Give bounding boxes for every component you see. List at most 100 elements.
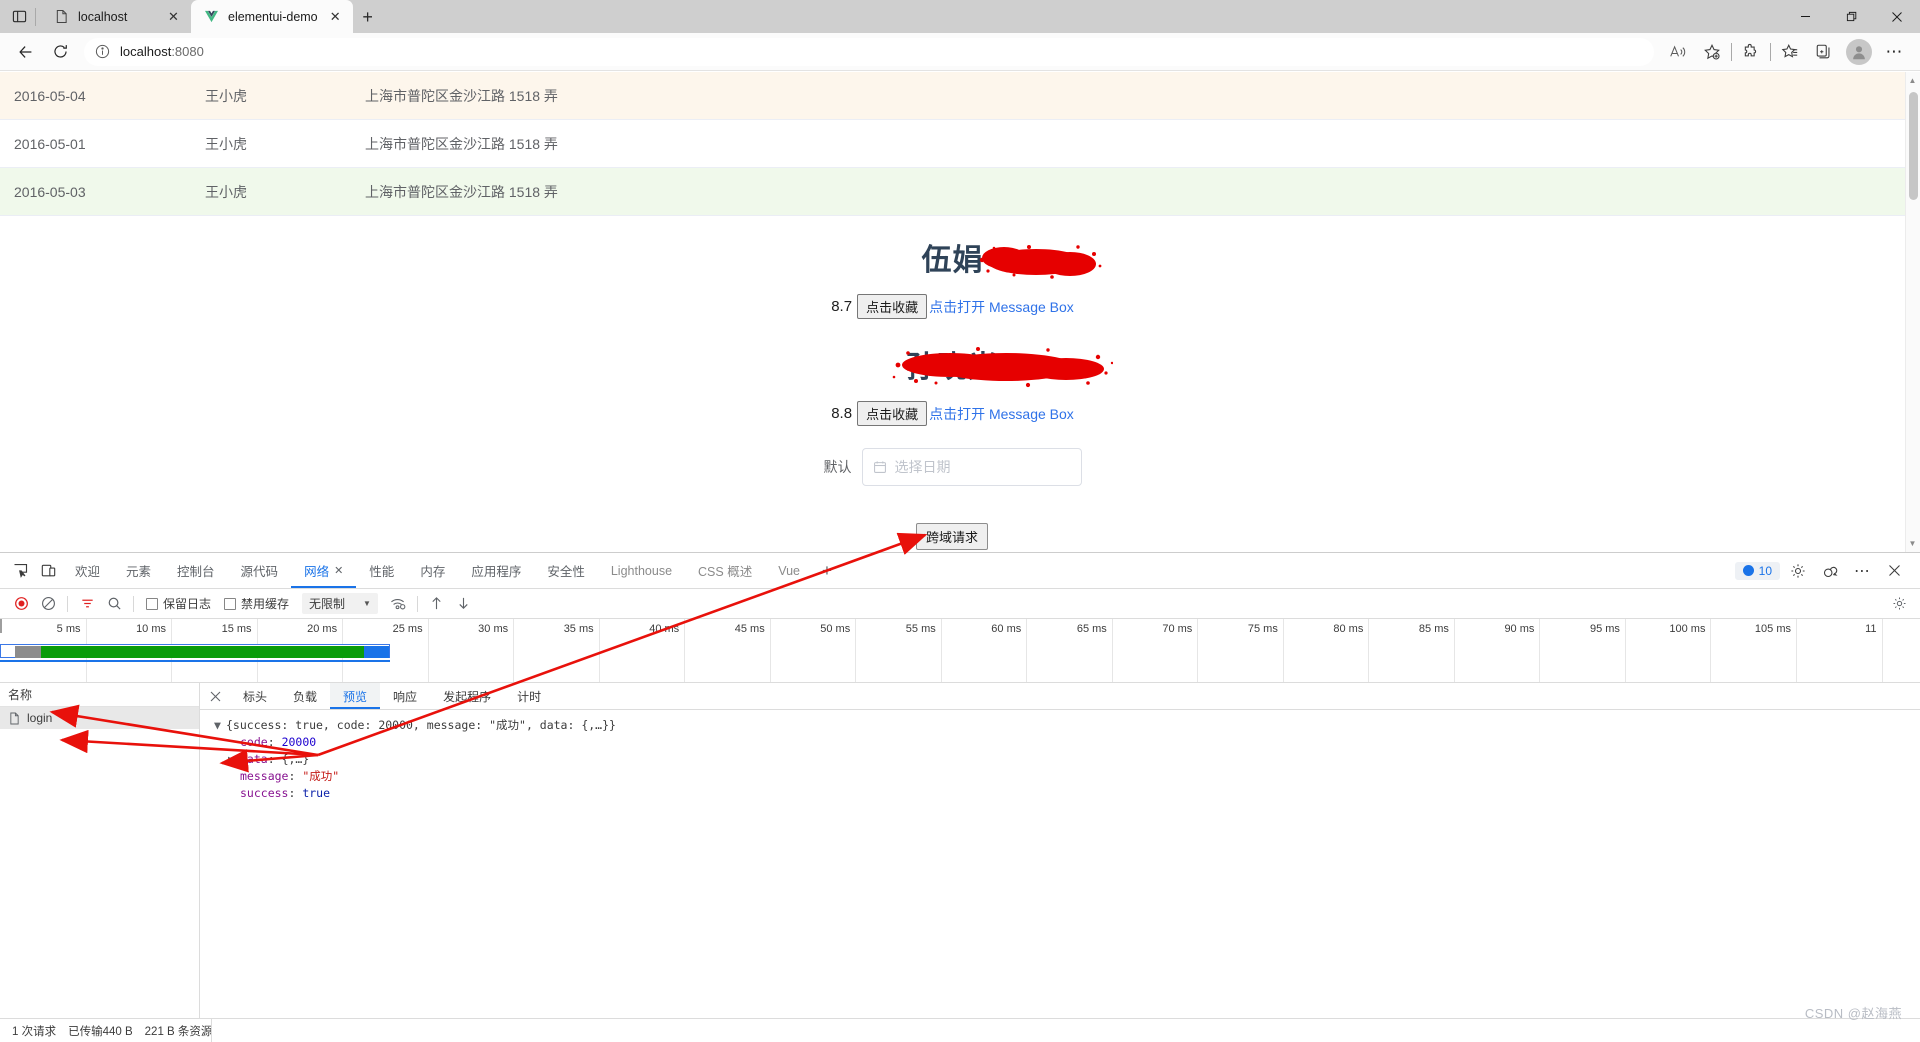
tab-actions-icon[interactable]	[6, 4, 32, 30]
record-icon[interactable]	[8, 592, 34, 616]
extensions-icon[interactable]	[1735, 37, 1767, 67]
cell-address: 上海市普陀区金沙江路 1518 弄	[365, 135, 558, 152]
address-bar[interactable]: localhost:8080	[84, 37, 1654, 66]
devtools-tab-elements[interactable]: 元素	[113, 553, 164, 588]
json-row[interactable]: ▶ data: {,…}	[214, 751, 1910, 768]
calendar-icon	[873, 460, 888, 475]
favorite-button[interactable]: 点击收藏	[857, 401, 928, 426]
import-har-icon[interactable]	[424, 592, 450, 616]
timeline-gridline	[427, 619, 429, 682]
devtools-tab-welcome[interactable]: 欢迎	[62, 553, 113, 588]
disable-cache-checkbox[interactable]: 禁用缓存	[224, 595, 289, 612]
close-icon[interactable]: ✕	[165, 8, 182, 25]
timeline-gridline	[1539, 619, 1541, 682]
toolbar-divider	[1731, 42, 1732, 61]
timeline-tick-label: 100 ms	[1669, 623, 1706, 635]
minimize-button[interactable]	[1782, 0, 1828, 33]
preserve-log-checkbox[interactable]: 保留日志	[146, 595, 211, 612]
date-input[interactable]: 选择日期	[861, 448, 1082, 486]
toolbar-divider	[67, 595, 68, 612]
close-icon[interactable]: ✕	[327, 8, 344, 25]
feedback-icon[interactable]	[1816, 557, 1844, 585]
favorites-icon[interactable]	[1774, 37, 1806, 67]
export-har-icon[interactable]	[451, 592, 477, 616]
device-toolbar-icon[interactable]	[34, 557, 62, 585]
detail-tab-payload[interactable]: 负载	[280, 683, 330, 709]
info-icon[interactable]	[94, 43, 111, 60]
detail-tab-preview[interactable]: 预览	[330, 683, 381, 709]
detail-tab-response[interactable]: 响应	[380, 683, 430, 709]
browser-tab-localhost[interactable]: localhost ✕	[41, 0, 191, 33]
filter-icon[interactable]	[74, 592, 100, 616]
request-detail-tabbar: 标头 负载 预览 响应 发起程序 计时	[200, 683, 1920, 710]
close-detail-icon[interactable]	[200, 683, 230, 709]
search-icon[interactable]	[101, 592, 127, 616]
devtools-tab-performance[interactable]: 性能	[356, 553, 407, 588]
clear-icon[interactable]	[35, 592, 61, 616]
browser-tab-elementui-demo[interactable]: elementui-demo ✕	[191, 0, 353, 33]
devtools-tab-console[interactable]: 控制台	[164, 553, 228, 588]
add-devtools-tab-button[interactable]: +	[813, 557, 841, 585]
devtools-tab-css-overview[interactable]: CSS 概述	[685, 553, 765, 588]
add-favorite-icon[interactable]	[1696, 37, 1728, 67]
table-row[interactable]: 2016-05-01 王小虎 上海市普陀区金沙江路 1518 弄	[0, 120, 1905, 168]
timeline-gridline	[1881, 619, 1883, 682]
throttle-settings-icon[interactable]	[385, 592, 411, 616]
throttling-select[interactable]: 无限制 ▼	[302, 593, 378, 614]
request-row-login[interactable]: login	[0, 707, 199, 729]
more-options-icon[interactable]: ⋯	[1848, 557, 1876, 585]
scroll-up-arrow[interactable]: ▲	[1908, 76, 1917, 85]
json-row: success: true	[240, 786, 331, 800]
open-messagebox-link[interactable]: 点击打开 Message Box	[929, 297, 1074, 317]
request-list-empty-space	[0, 729, 199, 1037]
close-devtools-icon[interactable]	[1880, 557, 1908, 585]
scroll-down-arrow[interactable]: ▼	[1908, 539, 1917, 548]
scrollbar-thumb[interactable]	[1909, 92, 1918, 200]
inspect-element-icon[interactable]	[6, 557, 34, 585]
favorite-button[interactable]: 点击收藏	[857, 294, 928, 319]
restore-button[interactable]	[1828, 0, 1874, 33]
table-row[interactable]: 2016-05-04 王小虎 上海市普陀区金沙江路 1518 弄	[0, 72, 1905, 120]
reload-button[interactable]	[44, 37, 76, 67]
profile-avatar[interactable]	[1846, 38, 1872, 65]
gear-icon[interactable]	[1784, 557, 1812, 585]
cell-date: 2016-05-03	[14, 183, 86, 200]
table-row[interactable]: 2016-05-03 王小虎 上海市普陀区金沙江路 1518 弄	[0, 168, 1905, 216]
expand-triangle-icon[interactable]: ▶	[228, 751, 240, 768]
message-count-badge[interactable]: 10	[1734, 561, 1780, 580]
url-port: :8080	[171, 44, 204, 59]
preserve-log-label: 保留日志	[163, 597, 212, 611]
redaction-mark	[979, 245, 1101, 279]
timeline-tick-label: 65 ms	[1076, 623, 1107, 635]
timeline-segment-download	[363, 646, 389, 658]
read-aloud-icon[interactable]	[1662, 37, 1694, 67]
devtools-tab-vue[interactable]: Vue	[765, 553, 813, 588]
devtools-tab-security[interactable]: 安全性	[534, 553, 598, 588]
detail-tab-headers[interactable]: 标头	[230, 683, 280, 709]
network-settings-gear-icon[interactable]	[1886, 592, 1912, 616]
devtools-tab-application[interactable]: 应用程序	[458, 553, 534, 588]
timeline-tick-label: 20 ms	[307, 623, 338, 635]
close-icon[interactable]: ✕	[334, 564, 343, 577]
devtools-tabbar: 欢迎 元素 控制台 源代码 网络 ✕ 性能 内存 应用程序 安全性 Lighth…	[0, 553, 1920, 589]
network-timeline[interactable]: 5 ms 10 ms 15 ms 20 ms 25 ms 30 ms 35 ms 40 ms 4…	[0, 619, 1920, 683]
collections-icon[interactable]	[1808, 37, 1840, 67]
detail-tab-initiator[interactable]: 发起程序	[430, 683, 504, 709]
cell-name: 王小虎	[205, 183, 247, 200]
cors-request-button[interactable]: 跨域请求	[916, 523, 989, 550]
close-button[interactable]	[1874, 0, 1920, 33]
devtools-tab-network[interactable]: 网络 ✕	[291, 553, 356, 588]
expand-triangle-icon[interactable]: ▼	[214, 717, 226, 734]
open-messagebox-link[interactable]: 点击打开 Message Box	[929, 404, 1074, 424]
devtools-tab-lighthouse[interactable]: Lighthouse	[598, 553, 685, 588]
devtools-tab-sources[interactable]: 源代码	[228, 553, 292, 588]
settings-and-more-icon[interactable]: ⋯	[1878, 37, 1910, 67]
back-button[interactable]	[10, 37, 42, 67]
detail-tab-timing[interactable]: 计时	[504, 683, 554, 709]
json-root-line[interactable]: ▼ {success: true, code: 20000, message: …	[214, 717, 1910, 734]
new-tab-button[interactable]: +	[353, 3, 383, 31]
browser-tabstrip: localhost ✕ elementui-demo ✕ +	[0, 0, 1920, 33]
devtools-tab-memory[interactable]: 内存	[407, 553, 458, 588]
timeline-tick-label: 5 ms	[56, 623, 81, 635]
checkbox-box	[224, 597, 237, 610]
